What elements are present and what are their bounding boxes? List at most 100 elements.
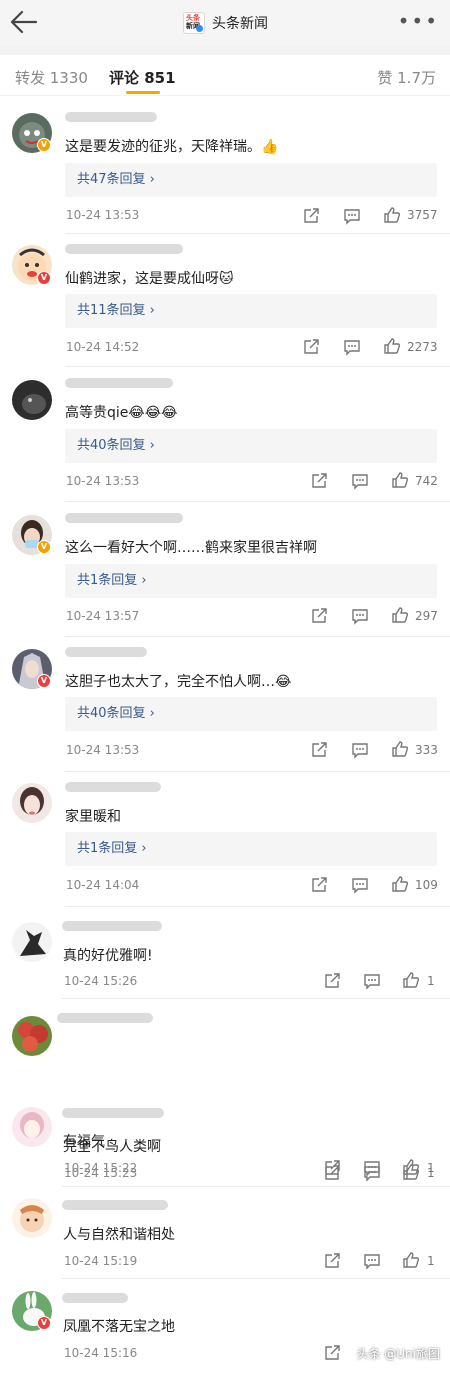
repost-icon[interactable]: [323, 1344, 341, 1362]
reply-icon[interactable]: [351, 876, 369, 894]
like-icon[interactable]: [383, 337, 401, 355]
replies-link[interactable]: 共40条回复 ›: [65, 697, 437, 731]
reply-icon[interactable]: [363, 972, 381, 990]
avatar[interactable]: [12, 1107, 52, 1147]
tab-likes[interactable]: 赞 1.7万: [377, 67, 436, 88]
like-count: 333: [415, 743, 438, 757]
like-icon[interactable]: [402, 971, 420, 989]
comment-time: 10-24 14:52: [66, 340, 140, 354]
like-icon[interactable]: [383, 206, 401, 224]
username-blurred[interactable]: [62, 1293, 128, 1303]
avatar[interactable]: [12, 1198, 52, 1238]
like-icon[interactable]: [402, 1158, 420, 1176]
comment-text: 这么一看好大个啊……鹤来家里很吉祥啊: [65, 540, 317, 556]
repost-icon[interactable]: [323, 1252, 341, 1270]
username-blurred[interactable]: [62, 1108, 164, 1118]
replies-link[interactable]: 共1条回复 ›: [65, 832, 437, 866]
reply-icon[interactable]: [343, 207, 361, 225]
repost-icon[interactable]: [302, 207, 320, 225]
reply-icon[interactable]: [351, 741, 369, 759]
replies-link[interactable]: 共11条回复 ›: [65, 294, 437, 328]
comment-text: 有福气: [63, 1134, 105, 1150]
repost-icon[interactable]: [310, 876, 328, 894]
verified-badge-icon: V: [37, 138, 51, 152]
verified-badge-icon: V: [37, 674, 51, 688]
verified-badge-icon: V: [37, 540, 51, 554]
like-count: 3757: [407, 208, 438, 222]
username-blurred[interactable]: [65, 378, 173, 388]
tab-comments[interactable]: 评论 851: [109, 67, 176, 88]
comment-time: 10-24 13:53: [66, 474, 140, 488]
avatar[interactable]: [12, 380, 52, 420]
username-blurred[interactable]: [65, 782, 161, 792]
top-bar: 头条 新闻 头条新闻 •••: [0, 0, 450, 46]
divider: [62, 1186, 450, 1187]
comment-text: 这是要发迹的征兆，天降祥瑞。👍: [65, 139, 279, 155]
reply-icon[interactable]: [343, 338, 361, 356]
username-blurred[interactable]: [62, 1200, 168, 1210]
repost-icon[interactable]: [310, 741, 328, 759]
repost-icon[interactable]: [323, 1159, 341, 1177]
replies-link[interactable]: 共47条回复 ›: [65, 163, 437, 197]
verified-badge-icon: V: [37, 1316, 51, 1330]
like-count: 2273: [407, 340, 438, 354]
like-icon[interactable]: [402, 1251, 420, 1269]
divider: [62, 998, 450, 999]
replies-link[interactable]: 共40条回复 ›: [65, 429, 437, 463]
like-count: 109: [415, 878, 438, 892]
repost-icon[interactable]: [310, 472, 328, 490]
repost-icon[interactable]: [323, 972, 341, 990]
like-count: 297: [415, 609, 438, 623]
like-count: 1: [427, 974, 435, 988]
comment-text: 真的好优雅啊!: [63, 948, 153, 964]
divider: [65, 501, 450, 502]
comment-time: 10-24 13:57: [66, 609, 140, 623]
username-blurred[interactable]: [62, 921, 162, 931]
username-blurred[interactable]: [65, 244, 183, 254]
divider: [65, 636, 450, 637]
username-blurred[interactable]: [65, 513, 183, 523]
toutiao-logo-icon: 头条 新闻: [183, 12, 205, 34]
like-count: 1: [427, 1254, 435, 1268]
comment-text: 人与自然和谐相处: [63, 1227, 175, 1243]
reply-icon[interactable]: [351, 607, 369, 625]
verified-badge-icon: V: [37, 271, 51, 285]
comment-time: 10-24 13:53: [66, 743, 140, 757]
reply-icon[interactable]: [351, 472, 369, 490]
watermark: 头条 @Uni旅图: [356, 1347, 440, 1361]
more-options-icon[interactable]: •••: [398, 9, 439, 33]
username-blurred[interactable]: [65, 647, 147, 657]
like-icon[interactable]: [391, 740, 409, 758]
repost-icon[interactable]: [310, 607, 328, 625]
repost-icon[interactable]: [302, 338, 320, 356]
comment-text: 凤凰不落无宝之地: [63, 1319, 175, 1335]
like-icon[interactable]: [391, 875, 409, 893]
reply-icon[interactable]: [363, 1159, 381, 1177]
divider: [65, 906, 450, 907]
page-title: 头条新闻: [212, 16, 268, 32]
comment-time: 10-24 14:04: [66, 878, 140, 892]
divider: [65, 366, 450, 367]
like-count: 1: [427, 1161, 435, 1175]
reply-icon[interactable]: [363, 1252, 381, 1270]
avatar[interactable]: [12, 783, 52, 823]
divider: [62, 1278, 450, 1279]
avatar[interactable]: [12, 922, 52, 962]
back-arrow-icon[interactable]: [8, 8, 40, 36]
comment-time: 10-24 15:22: [64, 1161, 138, 1175]
avatar[interactable]: [12, 1016, 52, 1056]
like-icon[interactable]: [391, 471, 409, 489]
active-tab-indicator: [126, 91, 160, 94]
comment-text: 仙鹤进家，这是要成仙呀🐱: [65, 271, 234, 287]
like-icon[interactable]: [391, 606, 409, 624]
tab-bar: 转发 1330 评论 851 赞 1.7万: [0, 55, 450, 95]
comment-text: 家里暖和: [65, 809, 121, 825]
divider: [65, 771, 450, 772]
username-blurred[interactable]: [57, 1013, 153, 1023]
username-blurred[interactable]: [65, 112, 157, 122]
tab-repost[interactable]: 转发 1330: [15, 67, 88, 88]
comment-time: 10-24 15:19: [64, 1254, 138, 1268]
replies-link[interactable]: 共1条回复 ›: [65, 564, 437, 598]
divider: [65, 233, 450, 234]
comment-list: V 这是要发迹的征兆，天降祥瑞。👍 共47条回复 › 10-24 13:53 3…: [0, 96, 450, 1373]
